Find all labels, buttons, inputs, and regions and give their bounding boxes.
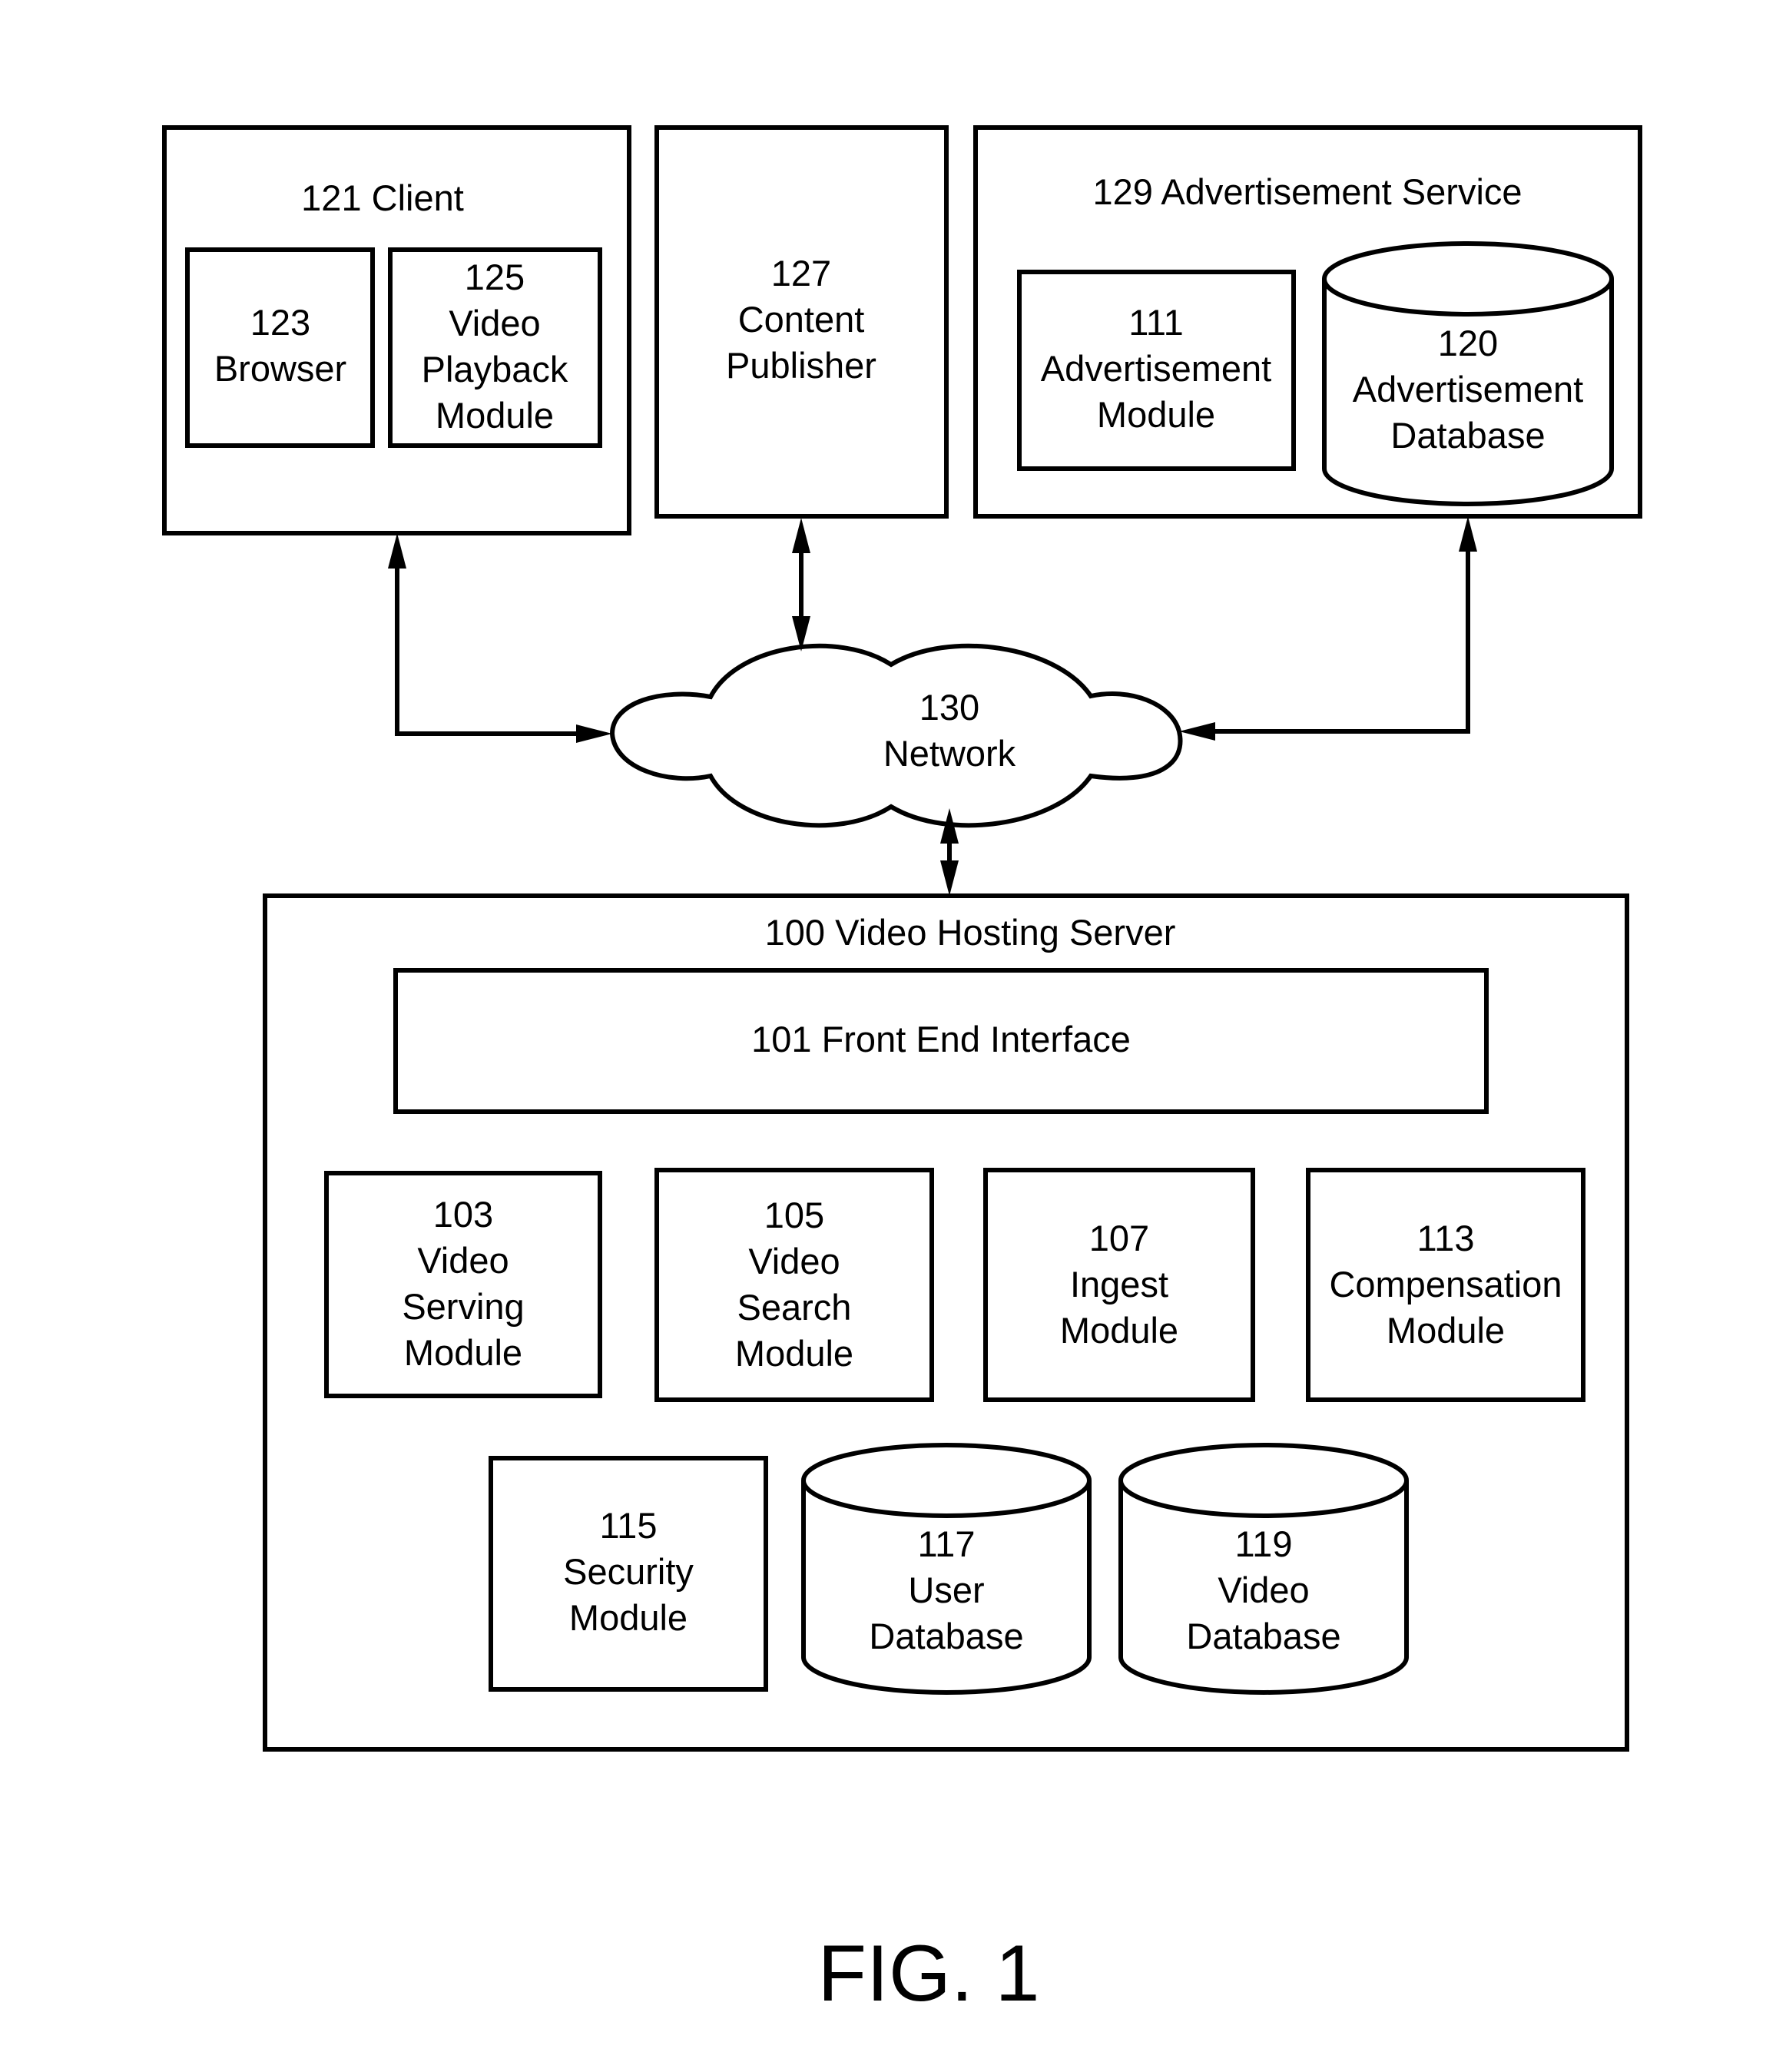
advertisement-module-label-line: Module <box>1097 394 1215 435</box>
video-serving-module-label-line: 103 <box>433 1194 493 1235</box>
advertisement-database-block: 120 Advertisement Database <box>1322 241 1614 506</box>
video-search-module-label-line: Video <box>748 1241 840 1281</box>
advertisement-module-label-line: 111 <box>1128 302 1183 343</box>
advertisement-database-label-line: Advertisement <box>1353 369 1583 409</box>
video-serving-module-block: 103 Video Serving Module <box>324 1171 602 1398</box>
advertisement-service-block: 129 Advertisement Service 111 Advertisem… <box>973 125 1642 519</box>
browser-block: 123 Browser <box>185 247 375 448</box>
user-database-cylinder-top <box>801 1443 1092 1518</box>
compensation-module-block: 113 Compensation Module <box>1306 1168 1585 1402</box>
client-block: 121 Client 123 Browser 125 Video Playbac… <box>162 125 631 535</box>
connector-adservice-network <box>1179 516 1477 741</box>
video-database-label-line: 119 <box>1235 1523 1293 1564</box>
connector-line <box>395 559 582 736</box>
security-module-label-line: 115 <box>600 1505 658 1546</box>
compensation-module-label-line: Module <box>1387 1310 1505 1351</box>
compensation-module-label-line: 113 <box>1417 1218 1475 1258</box>
arrowhead-down-icon <box>940 860 959 896</box>
video-database-label-line: Database <box>1186 1616 1340 1656</box>
advertisement-database-label-line: Database <box>1390 415 1545 456</box>
ingest-module-label-line: 107 <box>1089 1218 1149 1258</box>
browser-label-line: 123 <box>250 302 310 343</box>
advertisement-database-cylinder-top <box>1322 241 1614 317</box>
advertisement-module-block: 111 Advertisement Module <box>1017 270 1296 471</box>
ingest-module-label-line: Ingest <box>1070 1264 1168 1305</box>
advertisement-module-label-line: Advertisement <box>1041 348 1271 389</box>
arrowhead-right-icon <box>576 724 612 743</box>
arrowhead-up-icon <box>792 518 810 553</box>
video-playback-label-line: Video <box>449 303 540 343</box>
figure-label: FIG. 1 <box>818 1929 1040 2018</box>
ingest-module-block: 107 Ingest Module <box>983 1168 1255 1402</box>
video-playback-label-line: Playback <box>422 349 568 390</box>
system-diagram: 121 Client 123 Browser 125 Video Playbac… <box>162 125 1642 2018</box>
browser-label-line: Browser <box>214 348 346 389</box>
video-hosting-server-block: 100 Video Hosting Server 101 Front End I… <box>263 893 1629 1752</box>
front-end-interface-block: 101 Front End Interface <box>393 968 1489 1114</box>
video-database-label-line: Video <box>1218 1570 1309 1610</box>
user-database-label-line: User <box>908 1570 984 1610</box>
video-serving-module-label-line: Video <box>417 1240 509 1281</box>
video-playback-module-block: 125 Video Playback Module <box>388 247 602 448</box>
arrowhead-left-icon <box>1179 722 1215 741</box>
security-module-label-line: Module <box>569 1597 688 1638</box>
video-hosting-server-title: 100 Video Hosting Server <box>765 912 1176 953</box>
video-search-module-label-line: Search <box>737 1287 852 1328</box>
advertisement-database-label-line: 120 <box>1438 323 1498 363</box>
user-database-block: 117 User Database <box>801 1443 1092 1695</box>
video-serving-module-label-line: Module <box>404 1332 522 1373</box>
video-database-block: 119 Video Database <box>1118 1443 1409 1695</box>
network-block: 130 Network <box>609 643 1183 828</box>
content-publisher-label-line: 127 <box>771 253 831 293</box>
video-search-module-block: 105 Video Search Module <box>654 1168 934 1402</box>
compensation-module-label-line: Compensation <box>1329 1264 1562 1305</box>
network-label-line: Network <box>883 733 1016 774</box>
video-playback-label-line: 125 <box>465 257 525 297</box>
front-end-interface-label: 101 Front End Interface <box>751 1019 1131 1059</box>
content-publisher-label-line: Publisher <box>726 345 876 386</box>
content-publisher-block: 127 Content Publisher <box>654 125 949 519</box>
user-database-label-line: 117 <box>918 1523 976 1564</box>
connector-line <box>1208 544 1470 734</box>
connector-client-network <box>388 533 612 743</box>
arrowhead-up-icon <box>1459 516 1477 552</box>
network-label-line: 130 <box>919 687 979 728</box>
video-search-module-label-line: 105 <box>764 1195 824 1235</box>
client-title: 121 Client <box>301 177 464 218</box>
connector-publisher-network <box>792 518 810 651</box>
content-publisher-label-line: Content <box>738 299 865 340</box>
video-search-module-label-line: Module <box>735 1333 853 1374</box>
video-serving-module-label-line: Serving <box>402 1286 524 1327</box>
video-database-cylinder-top <box>1118 1443 1409 1518</box>
advertisement-service-title: 129 Advertisement Service <box>1092 171 1522 212</box>
ingest-module-label-line: Module <box>1060 1310 1178 1351</box>
security-module-block: 115 Security Module <box>489 1456 768 1692</box>
security-module-label-line: Security <box>563 1551 694 1592</box>
user-database-label-line: Database <box>869 1616 1023 1656</box>
arrowhead-up-icon <box>388 533 406 569</box>
video-playback-label-line: Module <box>436 395 554 436</box>
